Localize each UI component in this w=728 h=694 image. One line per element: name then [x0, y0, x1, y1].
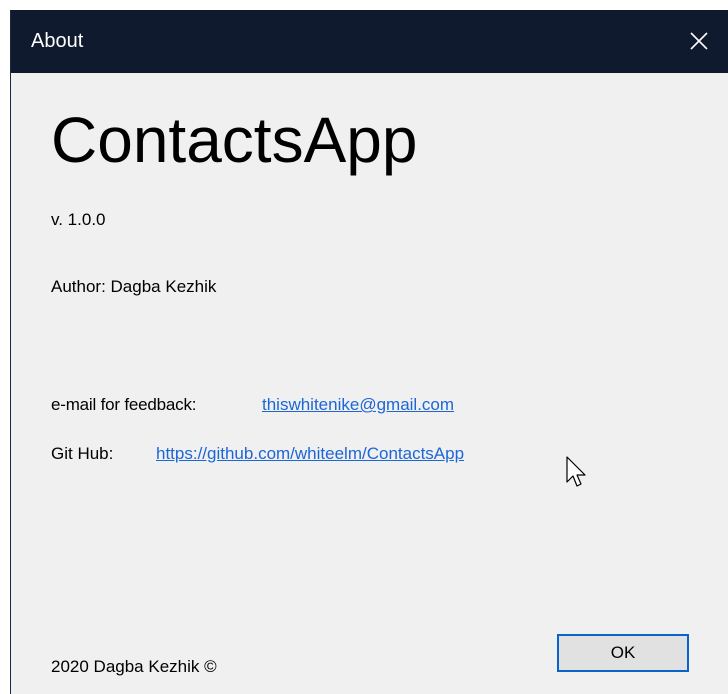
- github-url-link[interactable]: https://github.com/whiteelm/ContactsApp: [156, 444, 464, 464]
- github-label: Git Hub:: [51, 444, 114, 463]
- version-label: v. 1.0.0: [51, 210, 106, 229]
- copyright-label: 2020 Dagba Kezhik ©: [51, 657, 217, 676]
- focus-ring: [560, 637, 686, 669]
- window-title: About: [31, 30, 84, 52]
- about-dialog: About ContactsApp v. 1.0.0 Author: Dagba…: [10, 10, 728, 694]
- feedback-email-link[interactable]: thiswhitenike@gmail.com: [262, 395, 454, 415]
- app-name-heading: ContactsApp: [51, 104, 418, 176]
- title-bar[interactable]: About: [11, 10, 728, 73]
- author-label: Author: Dagba Kezhik: [51, 277, 217, 296]
- close-button[interactable]: [668, 10, 728, 73]
- ok-button[interactable]: OK: [557, 634, 689, 672]
- close-icon: [690, 32, 708, 50]
- mouse-pointer-icon: [566, 456, 586, 487]
- feedback-label: e-mail for feedback:: [51, 395, 197, 414]
